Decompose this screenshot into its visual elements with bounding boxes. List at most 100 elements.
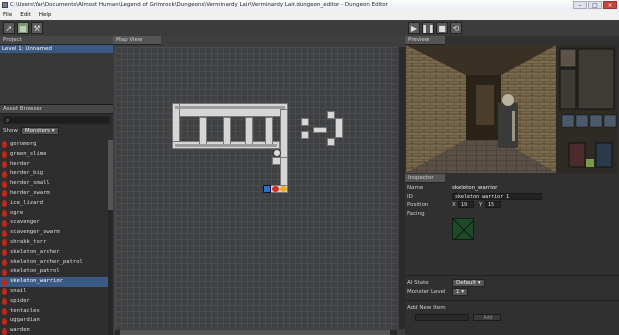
stop-icon: ■ [438, 23, 446, 33]
preview-tab[interactable]: Preview [405, 36, 445, 45]
monster-icon [2, 307, 7, 315]
paint-tool-button[interactable]: ▦ [17, 22, 29, 34]
asset-item[interactable]: green_slime [0, 150, 108, 160]
right-panel: Preview Inspector Name skeleton_warrior … [405, 36, 619, 335]
monster-icon [2, 170, 7, 178]
select-tool-button[interactable]: ➚ [3, 22, 15, 34]
map-canvas[interactable] [115, 47, 397, 329]
map-wall [265, 117, 273, 147]
map-object-skeleton-warrior[interactable] [272, 186, 279, 192]
monster-icon [2, 258, 7, 266]
map-wall [301, 131, 309, 139]
monster-icon [2, 249, 7, 257]
id-field[interactable]: skeleton_warrior_1 [452, 193, 542, 200]
play-icon: ▶ [410, 23, 418, 33]
asset-item[interactable]: herder_big [0, 169, 108, 179]
map-wall [223, 117, 231, 147]
menu-file[interactable]: File [3, 10, 12, 20]
left-panel: Project Level 1: Unnamed Asset Browser ⌕… [0, 36, 113, 335]
map-floor [175, 106, 285, 109]
asset-item[interactable]: scavenger [0, 218, 108, 228]
asset-item-label: skeleton_archer_patrol [10, 258, 83, 265]
pause-button[interactable]: ❚❚ [421, 22, 435, 34]
asset-item[interactable]: spider [0, 297, 108, 307]
asset-item[interactable]: scavenger_swarm [0, 228, 108, 238]
monster-icon [2, 327, 7, 335]
show-label: Show [3, 128, 18, 134]
reload-icon: ⟲ [452, 23, 460, 33]
position-x-field[interactable]: 19 [458, 201, 474, 208]
map-wall [327, 138, 335, 146]
map-object-lever[interactable] [273, 149, 281, 157]
asset-item-label: herder_small [10, 180, 50, 187]
cursor-icon: ➚ [5, 23, 13, 33]
asset-item-label: herder_big [10, 170, 44, 177]
wall-tool-button[interactable]: ⚒ [31, 22, 43, 34]
monster-level-label: Monster Level [407, 289, 446, 295]
map-view-tab[interactable]: Map View [113, 36, 161, 45]
asset-item-label: snail [10, 287, 27, 294]
project-header: Project [0, 36, 113, 45]
position-y-field[interactable]: 15 [485, 201, 501, 208]
asset-item[interactable]: skeleton_warrior [0, 277, 108, 287]
asset-item[interactable]: herder [0, 160, 108, 170]
menu-bar: File Edit Help [0, 10, 619, 20]
asset-item[interactable]: warden [0, 326, 108, 335]
asset-item-label: tentacles [10, 307, 40, 314]
inspector-panel: Inspector Name skeleton_warrior ID skele… [405, 174, 619, 335]
map-wall [327, 111, 335, 119]
asset-item[interactable]: herder_small [0, 179, 108, 189]
add-item-input[interactable] [415, 314, 469, 321]
close-button[interactable]: × [603, 1, 617, 9]
facing-cross-icon [453, 219, 473, 239]
asset-item[interactable]: uggardian [0, 316, 108, 326]
stairs-icon: ⚒ [33, 23, 41, 33]
scrollbar-thumb[interactable] [120, 330, 390, 335]
facing-selector[interactable] [452, 218, 474, 240]
pause-icon: ❚❚ [421, 23, 435, 33]
monster-icon [2, 239, 7, 247]
asset-item-label: shrakk_torr [10, 238, 47, 245]
asset-item-label: ogre [10, 209, 24, 216]
monster-icon [2, 190, 7, 198]
ai-state-dropdown[interactable]: Default ▾ [452, 279, 485, 287]
stop-button[interactable]: ■ [436, 22, 448, 34]
search-icon: ⌕ [6, 117, 10, 124]
asset-filter-dropdown[interactable]: Monsters ▾ [20, 127, 59, 135]
menu-edit[interactable]: Edit [20, 10, 31, 20]
asset-item[interactable]: shrakk_torr [0, 238, 108, 248]
dungeon-scene-image [406, 45, 618, 173]
project-item-level-1[interactable]: Level 1: Unnamed [0, 45, 113, 53]
reload-button[interactable]: ⟲ [450, 22, 462, 34]
asset-item[interactable]: goromorg [0, 140, 108, 150]
add-item-label: Add New Item [407, 305, 446, 311]
asset-item-label: warden [10, 327, 30, 334]
monster-icon [2, 229, 7, 237]
add-item-button[interactable]: Add [473, 314, 501, 321]
map-horizontal-scrollbar[interactable] [115, 330, 397, 335]
monster-level-dropdown[interactable]: 1 ▾ [452, 288, 469, 296]
asset-search-input[interactable]: ⌕ [3, 116, 110, 124]
maximize-button[interactable]: □ [588, 1, 602, 9]
position-x-label: X [452, 202, 456, 208]
asset-item[interactable]: tentacles [0, 307, 108, 317]
inspector-tab[interactable]: Inspector [405, 174, 445, 183]
asset-item-label: skeleton_patrol [10, 268, 60, 275]
asset-item[interactable]: herder_swarm [0, 189, 108, 199]
asset-item-label: goromorg [10, 141, 37, 147]
game-preview-viewport[interactable] [406, 45, 618, 173]
asset-item[interactable]: ogre [0, 209, 108, 219]
asset-item[interactable]: skeleton_archer [0, 248, 108, 258]
asset-item-label: spider [10, 297, 30, 304]
play-button[interactable]: ▶ [408, 22, 420, 34]
map-wall [335, 118, 343, 138]
minimize-button[interactable]: – [573, 1, 587, 9]
asset-item[interactable]: skeleton_archer_patrol [0, 258, 108, 268]
asset-item[interactable]: ice_lizard [0, 199, 108, 209]
map-object-item[interactable] [280, 186, 287, 192]
asset-item[interactable]: snail [0, 287, 108, 297]
map-object-party-start[interactable] [263, 185, 271, 193]
monster-icon [2, 219, 7, 227]
asset-item[interactable]: skeleton_patrol [0, 267, 108, 277]
menu-help[interactable]: Help [39, 10, 52, 20]
